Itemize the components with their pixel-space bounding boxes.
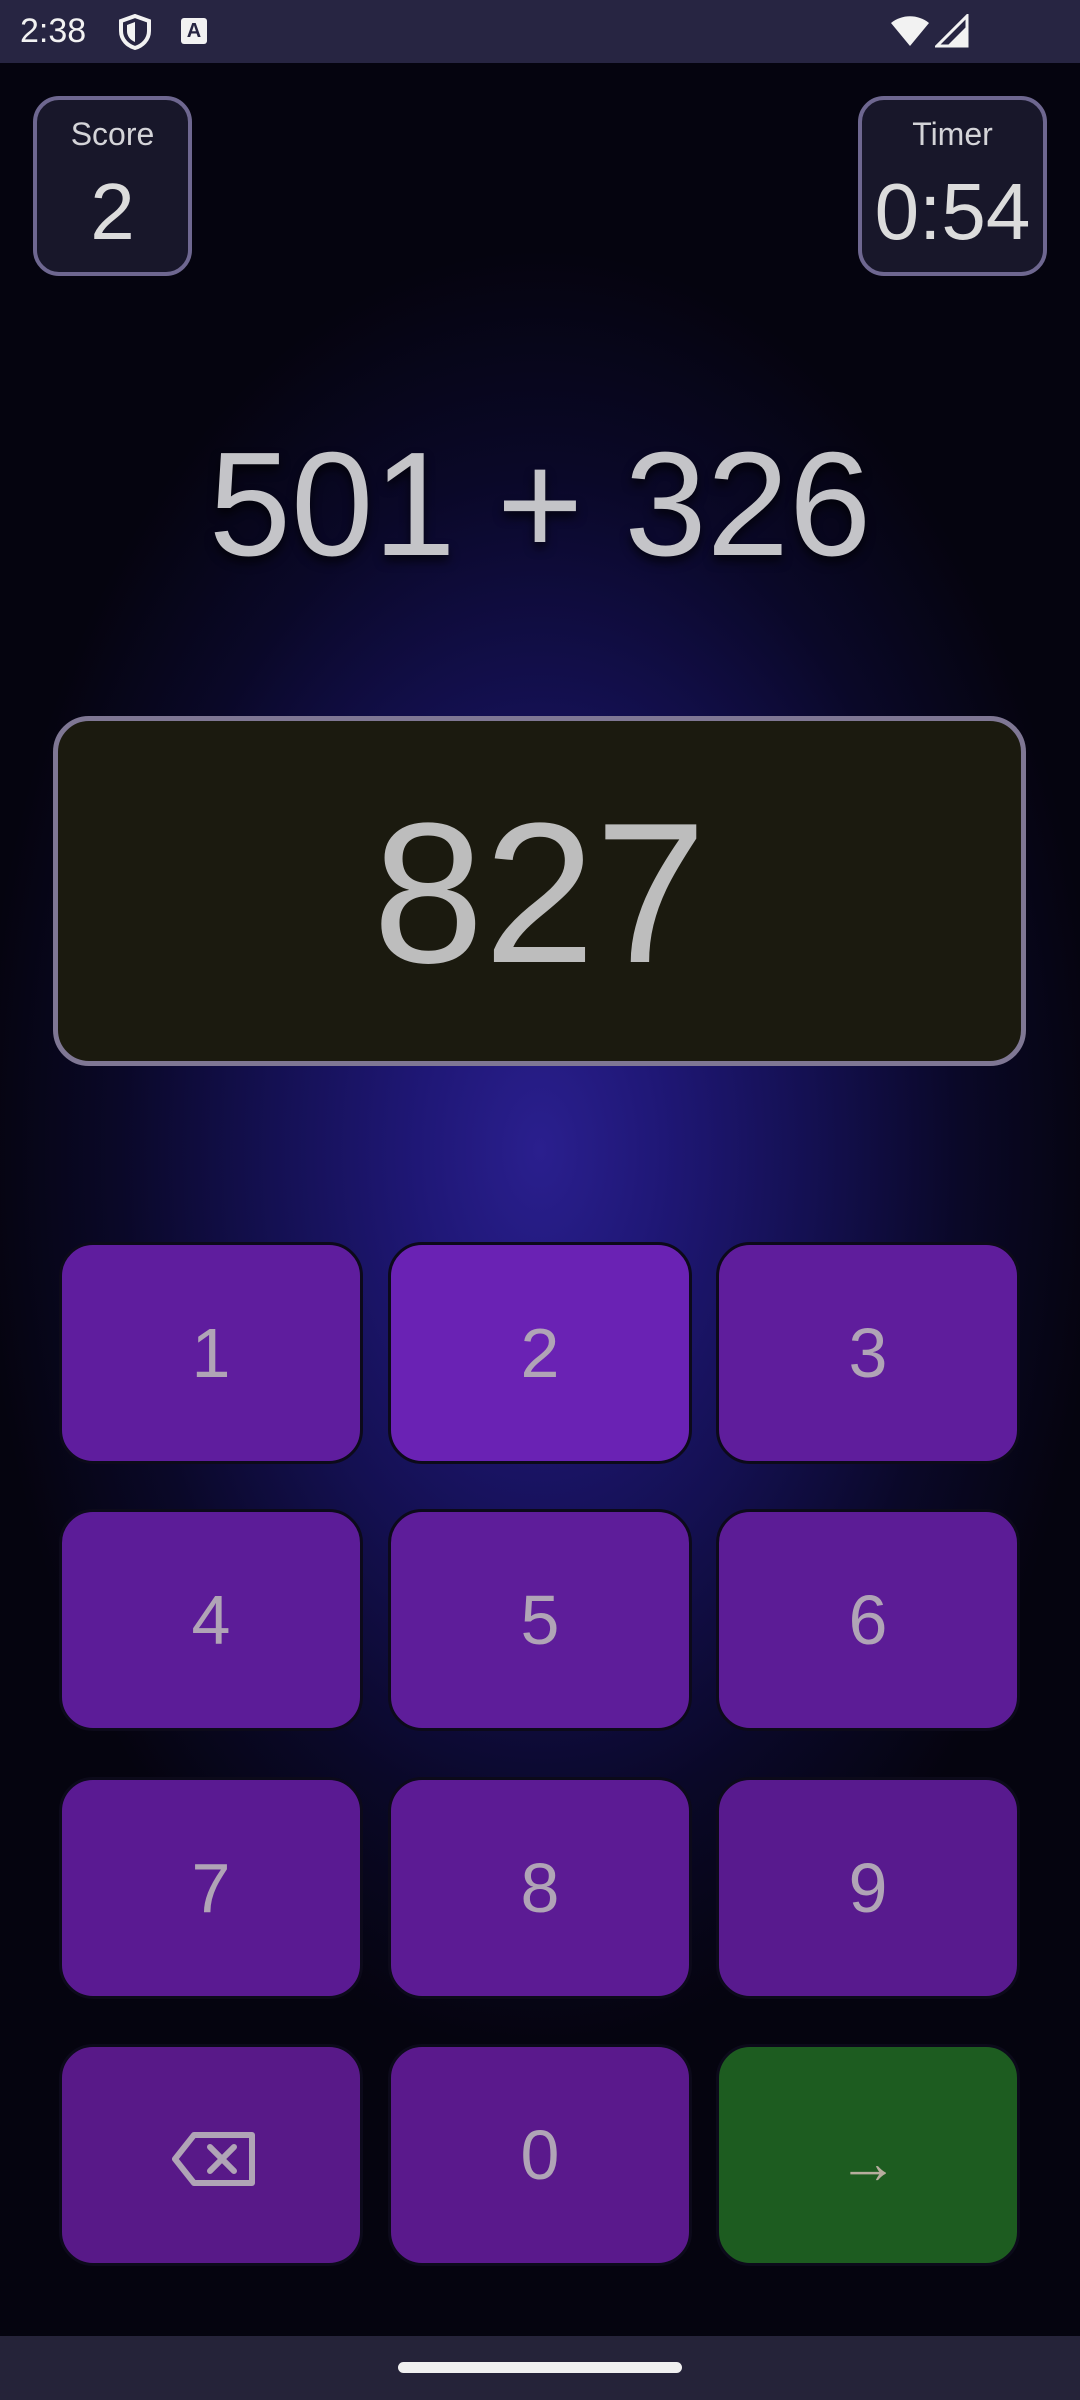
timer-value: 0:54	[874, 167, 1031, 256]
key-8[interactable]: 8	[388, 1777, 692, 1999]
key-4[interactable]: 4	[59, 1509, 363, 1731]
key-1[interactable]: 1	[59, 1242, 363, 1464]
shield-icon	[119, 14, 151, 50]
answer-display: 827	[53, 716, 1026, 1066]
equation: 501 + 326	[208, 422, 872, 587]
score-value: 2	[90, 167, 135, 256]
key-5[interactable]: 5	[388, 1509, 692, 1731]
status-time: 2:38	[20, 12, 87, 50]
key-3[interactable]: 3	[716, 1242, 1020, 1464]
key-6[interactable]: 6	[716, 1509, 1020, 1731]
arrow-right-icon: →	[838, 2129, 898, 2196]
home-indicator[interactable]	[398, 2362, 682, 2373]
wifi-icon	[891, 16, 929, 46]
key-7[interactable]: 7	[59, 1777, 363, 1999]
signal-icon	[935, 14, 969, 48]
timer-label: Timer	[912, 116, 993, 152]
game-screen: 2:38 A Score 2 Timer 0:54 501 + 326 827 …	[0, 0, 1080, 2400]
answer-value: 827	[372, 782, 707, 1005]
submit-button[interactable]: →	[716, 2044, 1020, 2266]
a-badge-icon: A	[181, 18, 207, 44]
key-9[interactable]: 9	[716, 1777, 1020, 1999]
timer-card: Timer 0:54	[858, 96, 1047, 276]
key-0[interactable]: 0	[388, 2044, 692, 2266]
backspace-button[interactable]	[59, 2044, 363, 2266]
status-bar: 2:38 A	[0, 0, 1080, 63]
backspace-icon	[172, 2132, 255, 2186]
key-2[interactable]: 2	[388, 1242, 692, 1464]
score-label: Score	[70, 116, 155, 152]
score-card: Score 2	[33, 96, 192, 276]
